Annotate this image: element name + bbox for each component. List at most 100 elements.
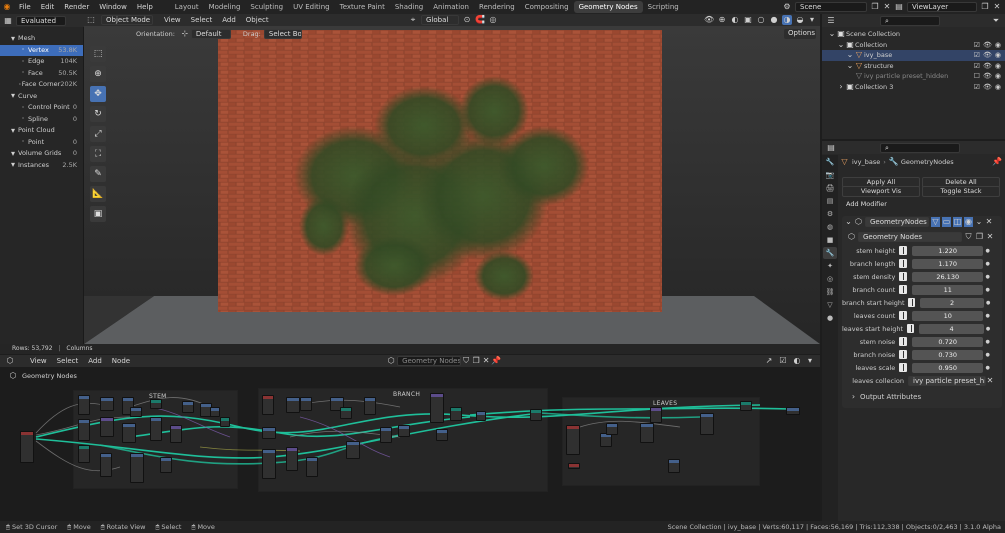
material-shading-icon[interactable]: ◑ xyxy=(782,15,792,25)
3d-viewport[interactable] xyxy=(84,26,820,344)
node[interactable] xyxy=(286,397,300,413)
drag-dropdown[interactable]: Select Box xyxy=(263,28,302,39)
eye-icon[interactable]: 👁 xyxy=(983,82,992,93)
node[interactable] xyxy=(430,393,444,423)
xray-icon[interactable]: ▣ xyxy=(743,15,753,25)
menu-window[interactable]: Window xyxy=(94,3,132,11)
tab-shading[interactable]: Shading xyxy=(390,1,428,13)
node[interactable] xyxy=(78,419,90,441)
pivot-icon[interactable]: ⊙ xyxy=(462,15,472,25)
modifier-tab-icon[interactable]: 🔧 xyxy=(823,247,837,259)
node[interactable] xyxy=(130,453,144,483)
close-icon[interactable]: ✕ xyxy=(985,217,993,227)
attribute-toggle-icon[interactable] xyxy=(899,363,908,372)
checkbox-icon[interactable]: ☑ xyxy=(974,50,980,61)
input-value-field[interactable]: 0.950 xyxy=(912,362,984,373)
node[interactable] xyxy=(262,427,276,439)
properties-search[interactable]: ⌕ xyxy=(880,142,960,153)
physics-tab-icon[interactable]: ◎ xyxy=(823,273,837,285)
tab-animation[interactable]: Animation xyxy=(428,1,474,13)
node[interactable] xyxy=(398,425,410,437)
spreadsheet-item-edge[interactable]: · Edge 104K xyxy=(0,56,83,68)
attribute-toggle-icon[interactable] xyxy=(899,272,908,281)
particles-tab-icon[interactable]: ✦ xyxy=(823,260,837,272)
rendered-shading-icon[interactable]: ◒ xyxy=(795,15,805,25)
orientation-dropdown[interactable]: Default xyxy=(190,28,231,39)
node-menu-add[interactable]: Add xyxy=(83,357,107,365)
dropdown-icon[interactable]: ⌄ xyxy=(975,217,983,227)
view-layer-tab-icon[interactable]: ▤ xyxy=(823,195,837,207)
node[interactable] xyxy=(160,457,172,473)
node[interactable] xyxy=(600,433,612,447)
material-tab-icon[interactable]: ● xyxy=(823,312,837,324)
node[interactable] xyxy=(100,453,112,477)
node[interactable] xyxy=(220,417,230,427)
rotate-tool-icon[interactable]: ↻ xyxy=(90,106,106,122)
node[interactable] xyxy=(262,395,274,415)
node[interactable] xyxy=(150,417,162,441)
input-value-field[interactable]: 4 xyxy=(919,323,985,334)
checkbox-icon[interactable]: ☑ xyxy=(974,61,980,72)
checkbox-icon[interactable]: ☐ xyxy=(974,71,980,82)
blender-logo-icon[interactable]: ◉ xyxy=(0,2,14,12)
outliner-item-collection[interactable]: ⌄ ▣ Collection ☑ 👁 ◉ xyxy=(822,40,1005,51)
eye-icon[interactable]: 👁 xyxy=(983,40,992,51)
input-value-field[interactable]: 0.730 xyxy=(912,349,984,360)
outliner-item-ivy-particle-preset-hidden[interactable]: ▽ ivy particle preset_hidden ☐ 👁 ◉ xyxy=(822,71,1005,82)
node[interactable] xyxy=(20,431,34,463)
overlay-icon[interactable]: ◐ xyxy=(792,356,802,366)
attribute-toggle-icon[interactable] xyxy=(899,311,908,320)
node[interactable] xyxy=(306,457,318,477)
dropdown-icon[interactable]: ▾ xyxy=(806,356,814,366)
close-icon[interactable]: ✕ xyxy=(986,376,994,386)
node[interactable] xyxy=(700,413,714,435)
node[interactable] xyxy=(530,409,542,421)
node[interactable] xyxy=(262,449,276,479)
checkbox-icon[interactable]: ☑ xyxy=(974,40,980,51)
node[interactable] xyxy=(300,397,312,411)
keyframe-dot-icon[interactable]: ● xyxy=(984,324,992,334)
eye-icon[interactable]: 👁 xyxy=(983,61,992,72)
spreadsheet-item-curve[interactable]: ▾ Curve xyxy=(0,91,83,103)
cursor-tool-icon[interactable]: ⊕ xyxy=(90,66,106,82)
input-value-field[interactable]: 10 xyxy=(912,310,984,321)
close-icon[interactable]: ✕ xyxy=(481,356,491,366)
wireframe-shading-icon[interactable]: ○ xyxy=(756,15,766,25)
evaluation-mode-dropdown[interactable]: Evaluated xyxy=(16,15,66,26)
keyframe-dot-icon[interactable]: ● xyxy=(983,337,992,347)
close-icon[interactable]: ✕ xyxy=(993,2,1001,12)
eye-icon[interactable]: 👁 xyxy=(983,50,992,61)
tab-uv-editing[interactable]: UV Editing xyxy=(288,1,335,13)
node[interactable] xyxy=(566,425,580,455)
data-tab-icon[interactable]: ▽ xyxy=(823,299,837,311)
outliner-item-collection-3[interactable]: › ▣ Collection 3 ☑ 👁 ◉ xyxy=(822,82,1005,93)
spreadsheet-item-instances[interactable]: ▾ Instances 2.5K xyxy=(0,160,83,172)
constraints-tab-icon[interactable]: ⛓ xyxy=(823,286,837,298)
snap-icon[interactable]: ↗ xyxy=(764,356,774,366)
move-tool-icon[interactable]: ✥ xyxy=(90,86,106,102)
copy-scene-icon[interactable]: ❐ xyxy=(870,2,880,12)
spreadsheet-item-spline[interactable]: · Spline 0 xyxy=(0,114,83,126)
node-menu-view[interactable]: View xyxy=(25,357,52,365)
attribute-toggle-icon[interactable] xyxy=(899,285,908,294)
checkbox-icon[interactable]: ☑ xyxy=(778,356,788,366)
node[interactable] xyxy=(364,397,376,415)
node[interactable] xyxy=(650,407,662,423)
scale-tool-icon[interactable]: ⤢ xyxy=(90,126,106,142)
copy-icon[interactable]: ❐ xyxy=(975,232,984,242)
filter-icon[interactable]: ⏷ xyxy=(991,16,1001,26)
output-attributes-panel[interactable]: Output Attributes xyxy=(860,393,921,401)
viewport-menu-select[interactable]: Select xyxy=(186,16,218,24)
chevron-down-icon[interactable]: ⌄ xyxy=(845,217,852,227)
visibility-icon[interactable]: 👁 xyxy=(704,15,714,25)
node[interactable] xyxy=(740,401,752,411)
node[interactable] xyxy=(340,407,352,419)
menu-edit[interactable]: Edit xyxy=(36,3,60,11)
eye-icon[interactable]: 👁 xyxy=(983,71,992,82)
tab-texture-paint[interactable]: Texture Paint xyxy=(335,1,390,13)
camera-icon[interactable]: ◉ xyxy=(995,71,1001,82)
node[interactable] xyxy=(436,429,448,441)
keyframe-dot-icon[interactable]: ● xyxy=(983,285,992,295)
outliner-item-scene-collection[interactable]: ⌄ ▣ Scene Collection xyxy=(822,29,1005,40)
input-value-field[interactable]: 1.170 xyxy=(912,258,984,269)
